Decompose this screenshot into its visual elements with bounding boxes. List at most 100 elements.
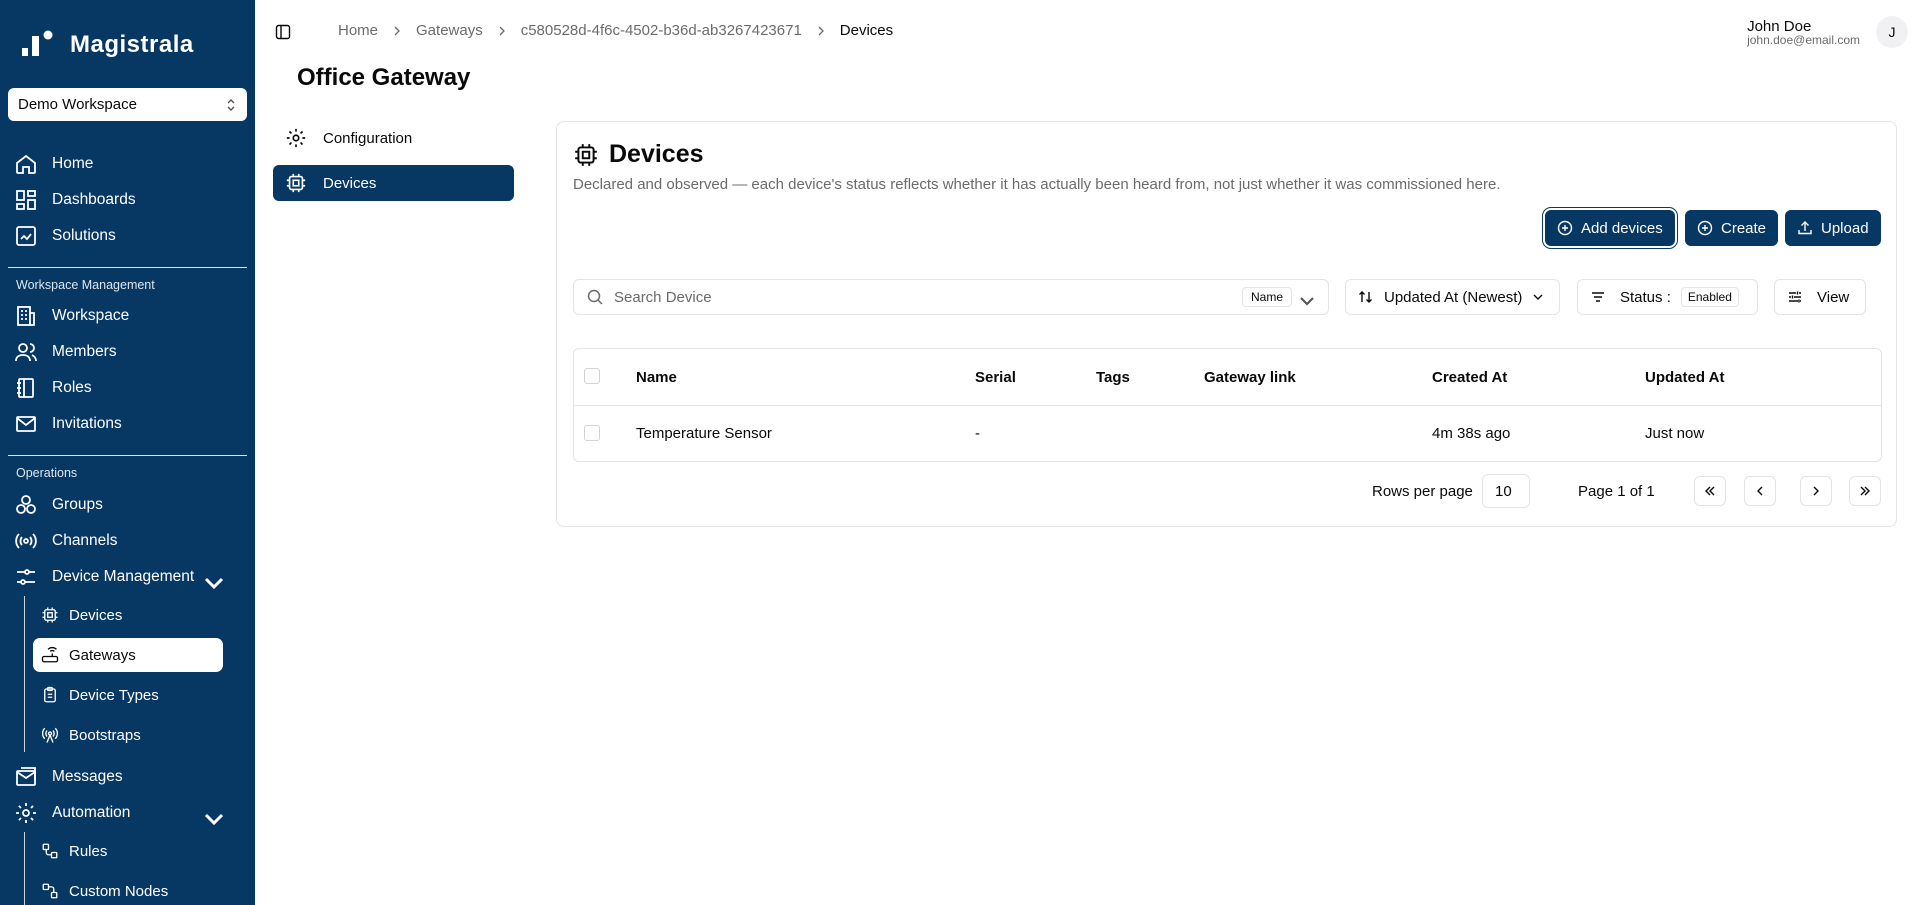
sidebar-item-automation[interactable]: Automation [14,796,244,830]
dashboard-icon [16,190,36,210]
sidebar-item-solutions[interactable]: Solutions [14,219,244,253]
sidebar-item-bootstraps[interactable]: Bootstraps [33,718,223,752]
search-box: Name [573,279,1329,315]
sidebar-item-groups[interactable]: Groups [14,488,244,522]
plus-circle-icon [1697,220,1713,236]
submenu-line [24,832,25,905]
brand[interactable]: Magistrala [22,30,194,60]
sort-select[interactable]: Updated At (Newest) [1345,279,1560,315]
rows-per-page-input[interactable]: 10 [1482,474,1530,508]
chevrons-right-icon [1860,486,1870,496]
gear-icon [286,128,306,148]
chevron-down-icon [204,577,224,590]
chevrons-up-down-icon [227,98,235,111]
upload-icon [1798,221,1812,235]
section-operations: Operations [16,466,78,480]
submenu-line [24,596,25,752]
notebook-icon [17,378,34,398]
plus-circle-icon [1557,220,1573,236]
users-icon [15,343,37,362]
breadcrumb-current: Devices [839,22,894,39]
search-input[interactable] [614,288,1204,306]
building-icon [17,306,35,326]
breadcrumb: Home Gateways c580528d-4f6c-4502-b36d-ab… [338,22,893,39]
row-divider [574,405,1881,406]
chevron-right-icon [394,26,400,35]
breadcrumb-gateways[interactable]: Gateways [416,22,483,39]
user-email: john.doe@email.com [1747,33,1860,47]
tab-devices[interactable]: Devices [273,165,514,201]
solutions-icon [16,226,36,246]
select-all-checkbox[interactable] [584,368,600,384]
sidebar-item-channels[interactable]: Channels [14,524,244,558]
chevrons-left-icon [1705,486,1715,496]
column-header-serial[interactable]: Serial [975,369,1016,386]
page-title: Office Gateway [297,64,471,91]
section-workspace-management: Workspace Management [16,278,155,292]
create-button[interactable]: Create [1685,210,1779,246]
sidebar-divider [8,455,247,456]
chevron-right-icon [1813,486,1819,496]
card-title: Devices [573,140,704,169]
devices-table: Name Serial Tags Gateway link Created At… [573,348,1882,462]
status-badge: Enabled [1680,287,1739,307]
column-header-tags[interactable]: Tags [1096,369,1130,386]
mail-icon [16,416,36,432]
avatar[interactable]: J [1876,16,1908,48]
add-devices-button[interactable]: Add devices [1545,210,1675,246]
router-icon [41,646,59,663]
groups-icon [16,495,36,514]
brand-name: Magistrala [70,31,194,58]
sidebar-item-members[interactable]: Members [14,335,244,369]
workflow-icon [42,843,58,859]
devices-card: Devices Declared and observed — each dev… [556,121,1897,527]
breadcrumb-gateway-id[interactable]: c580528d-4f6c-4502-b36d-ab3267423671 [521,22,802,39]
sidebar-item-device-management[interactable]: Device Management [14,560,244,594]
sidebar-item-rules[interactable]: Rules [33,834,223,868]
sidebar-item-custom-nodes[interactable]: Custom Nodes [33,874,223,905]
sidebar-item-workspace[interactable]: Workspace [14,299,244,333]
clipboard-icon [44,686,56,703]
sidebar-item-invitations[interactable]: Invitations [14,407,244,441]
tab-configuration[interactable]: Configuration [273,120,514,156]
workspace-selector[interactable]: Demo Workspace [8,88,247,121]
view-button[interactable]: View [1774,279,1866,315]
row-checkbox[interactable] [584,425,600,441]
upload-button[interactable]: Upload [1785,210,1881,246]
home-icon [16,154,36,174]
column-header-created-at[interactable]: Created At [1432,369,1507,386]
chevron-down-icon [1533,294,1543,300]
sidebar-item-dashboards[interactable]: Dashboards [14,183,244,217]
sidebar-item-device-types[interactable]: Device Types [33,678,223,712]
card-description: Declared and observed — each device's st… [573,176,1501,193]
cell-name[interactable]: Temperature Sensor [636,425,772,442]
chevron-down-icon[interactable] [1298,292,1316,310]
sidebar-item-roles[interactable]: Roles [14,371,244,405]
next-page-button[interactable] [1800,476,1832,506]
sort-arrows-icon [1359,291,1372,303]
search-field-select[interactable]: Name [1241,287,1292,307]
column-header-updated-at[interactable]: Updated At [1645,369,1724,386]
nodes-icon [42,883,58,899]
sidebar-item-home[interactable]: Home [14,147,244,181]
status-filter[interactable]: Status : Enabled [1577,279,1758,315]
cell-created-at: 4m 38s ago [1432,425,1511,442]
column-header-name[interactable]: Name [636,369,677,386]
filter-icon [1592,292,1604,302]
previous-page-button[interactable] [1744,476,1776,506]
sidebar-item-devices[interactable]: Devices [33,598,223,632]
sidebar-item-gateways[interactable]: Gateways [33,638,223,672]
cpu-icon [42,607,58,623]
search-icon [587,289,603,305]
first-page-button[interactable] [1694,476,1726,506]
column-header-gateway-link[interactable]: Gateway link [1204,369,1296,386]
sidebar-item-messages[interactable]: Messages [14,760,244,794]
page-indicator: Page 1 of 1 [1578,483,1655,500]
chevron-left-icon [1757,486,1763,496]
rows-per-page-label: Rows per page [1372,483,1473,500]
last-page-button[interactable] [1849,476,1881,506]
user-info[interactable]: John Doe john.doe@email.com [1747,18,1860,47]
sidebar-toggle-icon[interactable] [275,24,291,40]
breadcrumb-home[interactable]: Home [338,22,378,39]
gear-icon [16,803,36,823]
